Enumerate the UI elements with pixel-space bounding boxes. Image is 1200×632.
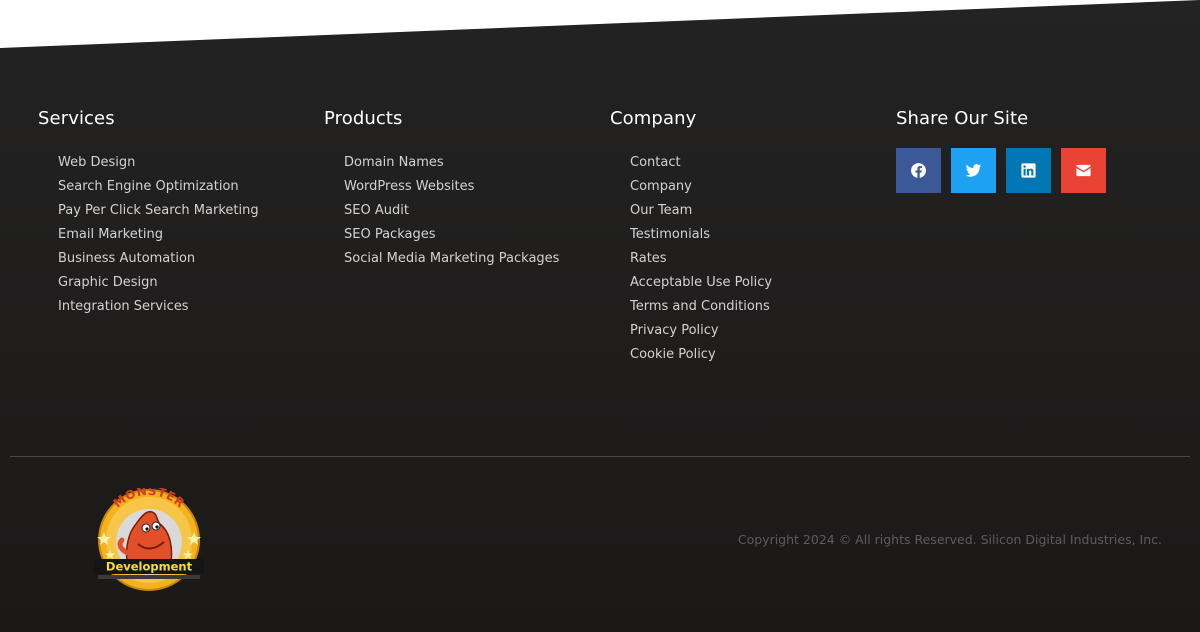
monster-development-logo[interactable]: MONSTER Development (90, 488, 208, 592)
products-link-social-media-packages[interactable]: Social Media Marketing Packages (344, 247, 559, 271)
products-heading: Products (324, 108, 403, 129)
products-link-wordpress-websites[interactable]: WordPress Websites (344, 175, 559, 199)
footer-column-share: Share Our Site (896, 108, 1106, 193)
footer-column-services: Services Web Design Search Engine Optimi… (38, 108, 259, 319)
twitter-icon (965, 164, 982, 177)
services-link-email-marketing[interactable]: Email Marketing (58, 223, 259, 247)
share-heading: Share Our Site (896, 108, 1029, 129)
company-link-terms[interactable]: Terms and Conditions (630, 295, 772, 319)
share-twitter-button[interactable] (951, 148, 996, 193)
site-footer: Services Web Design Search Engine Optimi… (0, 0, 1200, 632)
products-link-domain-names[interactable]: Domain Names (344, 151, 559, 175)
company-link-company[interactable]: Company (630, 175, 772, 199)
products-link-seo-packages[interactable]: SEO Packages (344, 223, 559, 247)
footer-column-products: Products Domain Names WordPress Websites… (324, 108, 559, 271)
email-icon (1076, 164, 1091, 177)
share-buttons (896, 148, 1106, 193)
company-link-our-team[interactable]: Our Team (630, 199, 772, 223)
footer-divider (10, 456, 1190, 457)
services-link-business-automation[interactable]: Business Automation (58, 247, 259, 271)
copyright-text: Copyright 2024 © All rights Reserved. Si… (737, 532, 1162, 547)
company-link-acceptable-use[interactable]: Acceptable Use Policy (630, 271, 772, 295)
services-link-graphic-design[interactable]: Graphic Design (58, 271, 259, 295)
logo-bottom-text: Development (106, 560, 193, 574)
footer-column-company: Company Contact Company Our Team Testimo… (610, 108, 772, 367)
company-link-testimonials[interactable]: Testimonials (630, 223, 772, 247)
company-link-contact[interactable]: Contact (630, 151, 772, 175)
services-list: Web Design Search Engine Optimization Pa… (38, 151, 259, 319)
products-link-seo-audit[interactable]: SEO Audit (344, 199, 559, 223)
company-link-privacy[interactable]: Privacy Policy (630, 319, 772, 343)
services-link-web-design[interactable]: Web Design (58, 151, 259, 175)
products-list: Domain Names WordPress Websites SEO Audi… (324, 151, 559, 271)
services-heading: Services (38, 108, 115, 129)
company-list: Contact Company Our Team Testimonials Ra… (610, 151, 772, 367)
facebook-icon (911, 163, 927, 178)
services-link-integration-services[interactable]: Integration Services (58, 295, 259, 319)
services-link-ppc[interactable]: Pay Per Click Search Marketing (58, 199, 259, 223)
share-email-button[interactable] (1061, 148, 1106, 193)
services-link-seo[interactable]: Search Engine Optimization (58, 175, 259, 199)
company-link-cookie[interactable]: Cookie Policy (630, 343, 772, 367)
company-link-rates[interactable]: Rates (630, 247, 772, 271)
share-facebook-button[interactable] (896, 148, 941, 193)
share-linkedin-button[interactable] (1006, 148, 1051, 193)
company-heading: Company (610, 108, 697, 129)
linkedin-icon (1021, 163, 1036, 178)
